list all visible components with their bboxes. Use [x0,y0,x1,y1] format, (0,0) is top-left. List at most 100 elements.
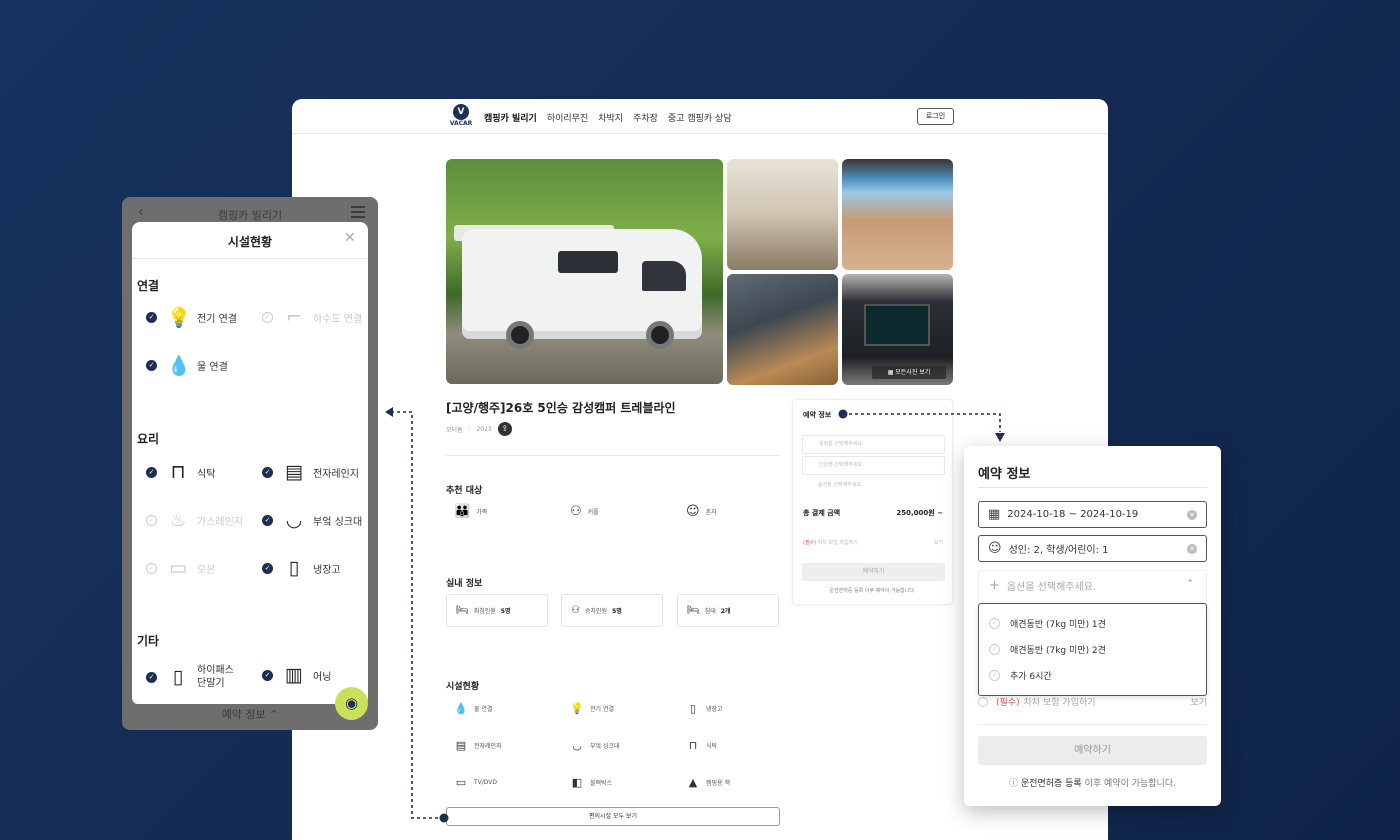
option-dropdown: ✓ 애견동반 (7kg 미만) 1견 ✓ 애견동반 (7kg 미만) 2견 ✓ 추가 … [978,603,1207,696]
mini-option-field[interactable]: 옵션을 선택해주세요. [802,477,945,496]
oven-icon: ▭ [169,557,187,579]
table-icon: ⊓ [688,739,698,752]
meta-separator: · [468,425,471,433]
close-icon[interactable]: ✕ [344,230,356,246]
check-icon: ✓ [146,360,157,371]
nav-item-high-limousine[interactable]: 하이리무진 [547,111,588,124]
phone-facility-label: 물 연결 [197,362,228,373]
facility-camp: ▲ 캠핑용 책 [686,776,730,789]
clear-icon[interactable]: ✕ [1187,544,1197,554]
mini-license-note: 운전면허증 등록 이후 예약이 가능합니다. [793,587,952,594]
indoor-value: 5명 [500,608,511,615]
option-item[interactable]: ✓ 추가 6시간 [989,669,1052,682]
photo-rv-window [558,251,618,273]
phone-facility-label: 오븐 [197,564,216,576]
phone-facility-label: 부엌 싱크대 [313,516,363,528]
mini-date-field[interactable]: 일정을 선택해주세요. [802,435,945,454]
check-icon: ✓ [262,466,273,478]
gallery-main-photo[interactable] [446,159,723,384]
sheet-divider [132,258,368,259]
photo-rv-cab [642,261,686,291]
check-icon: ✓ [146,312,157,323]
share-icon[interactable]: ⇪ [497,422,512,436]
guests-field[interactable]: ☺ 성인: 2, 학생/어린이: 1 ✕ [978,535,1207,562]
option-item[interactable]: ✓ 애견동반 (7kg 미만) 2견 [989,643,1106,656]
vacar-logo[interactable]: V VACAR [448,104,474,130]
check-icon: ✓ [146,466,157,478]
facility-water: 💧 물 연결 [454,702,492,715]
bulb-icon: 💡 [570,702,584,715]
phone-bottom-label: 예약 정보 [221,708,266,721]
chat-icon[interactable]: ◉ [335,687,368,720]
more-facilities-button[interactable]: 편의시설 모두 보기 [446,807,780,826]
check-circle-icon [978,696,988,707]
insurance-view-link[interactable]: 보기 [1190,695,1207,708]
phone-facility-gas: ✓ ♨ 가스레인지 [146,509,243,531]
check-circle-icon: ✓ [989,670,1000,681]
logo-text: VACAR [449,120,473,127]
mini-insurance[interactable]: (필수) 차차 보험 가입하기 [803,539,858,546]
login-button[interactable]: 로그인 [917,108,954,125]
facility-label: 물 연결 [474,706,493,713]
gallery-photo-table[interactable] [727,274,838,385]
faucet-icon: ⌐ [286,306,302,328]
nav-item-car-camping-site[interactable]: 차박지 [598,111,623,124]
mini-total-label: 총 결제 금액 [803,509,841,517]
phone-facility-label: 어닝 [313,671,332,683]
nav-item-parking[interactable]: 주차장 [633,111,658,124]
mobile-phone-panel: ‹ 캠핑카 빌리기 시설현황 ✕ 연결 ✓ 💡 전기 연결 ✓ ⌐ 하수도 연결 ✓ 💧 물… [122,197,378,730]
nav-item-used-consult[interactable]: 중고 캠핑카 상담 [668,111,732,124]
seat-icon: ⚇ [571,605,580,616]
booking-info-card: 예약 정보 ▦ 2024-10-18 ~ 2024-10-19 ✕ ☺ 성인: … [964,446,1221,806]
mini-reserve-button[interactable]: 예약하기 [802,563,945,581]
site-header: V VACAR 캠핑카 빌리기 하이리무진 차박지 주차장 중고 캠핑카 상담 … [292,99,1108,134]
gallery-photo-interior[interactable] [727,159,838,270]
phone-facility-label: 전기 연결 [197,314,237,325]
fridge-icon: ▯ [689,702,697,715]
category-cook: 요리 [137,432,160,446]
recommend-item-couple: ⚇ 커플 [570,504,599,519]
reserve-button[interactable]: 예약하기 [978,736,1207,765]
facility-sink: ◡ 부엌 싱크대 [570,739,619,752]
mini-insurance-view[interactable]: 보기 [934,539,943,546]
dashcam-icon: ◧ [571,776,583,789]
license-note: ⓘ 운전면허증 등록 이후 예약이 가능합니다. [964,776,1221,789]
hamburger-menu-icon[interactable] [351,206,365,221]
option-item[interactable]: ✓ 애견동반 (7kg 미만) 1견 [989,617,1106,630]
nav-item-camping-car[interactable]: 캠핑카 빌리기 [484,111,537,124]
mini-note-text: 이후 예약이 가능합니다. [864,588,916,594]
calendar-icon: ▦ [988,507,1001,522]
microwave-icon: ▤ [455,739,467,752]
license-register-link[interactable]: 운전면허증 등록 [1021,779,1082,789]
person-icon: ☺ [686,504,700,519]
option-select[interactable]: + 옵션을 선택해주세요. ⌃ [978,570,1207,600]
phone-facility-label: 가스레인지 [197,516,243,528]
check-icon: ✓ [146,514,157,526]
check-icon: ✓ [262,514,273,526]
date-range-field[interactable]: ▦ 2024-10-18 ~ 2024-10-19 ✕ [978,501,1207,528]
recommend-label: 가족 [476,509,488,516]
listing-meta: 모터홈 · 2023 ⇪ [446,422,512,436]
view-all-photos-button[interactable]: ▦ 모든사진 보기 [872,366,946,379]
phone-facility-hipass: ✓ ▯ 하이패스 단말기 [146,664,234,690]
mini-note-bold[interactable]: 운전면허증 등록 [829,588,863,594]
license-note-text: 이후 예약이 가능합니다. [1084,779,1176,789]
mini-guest-field[interactable]: 인원을 선택해주세요. [802,456,945,475]
gallery-photo-bed[interactable] [842,159,953,270]
check-icon: ✓ [146,562,157,574]
option-placeholder: 옵션을 선택해주세요. [1006,582,1097,593]
water-drop-icon: 💧 [454,702,468,715]
facility-fridge: ▯ 냉장고 [686,702,723,715]
couple-icon: ⚇ [570,504,582,519]
water-drop-icon: 💧 [167,355,191,377]
sink-icon: ◡ [285,509,303,531]
date-range-value: 2024-10-18 ~ 2024-10-19 [1007,509,1139,520]
check-icon: ✓ [262,311,273,323]
bed-icon: 🛏 [687,605,700,616]
insurance-required: (필수) [996,698,1020,708]
facility-label: 식탁 [706,743,718,750]
indoor-value: 5명 [612,608,622,615]
group-icon: 👪 [454,504,471,519]
insurance-row[interactable]: (필수) 차차 보험 가입하기 보기 [978,695,1207,708]
clear-icon[interactable]: ✕ [1187,510,1197,520]
